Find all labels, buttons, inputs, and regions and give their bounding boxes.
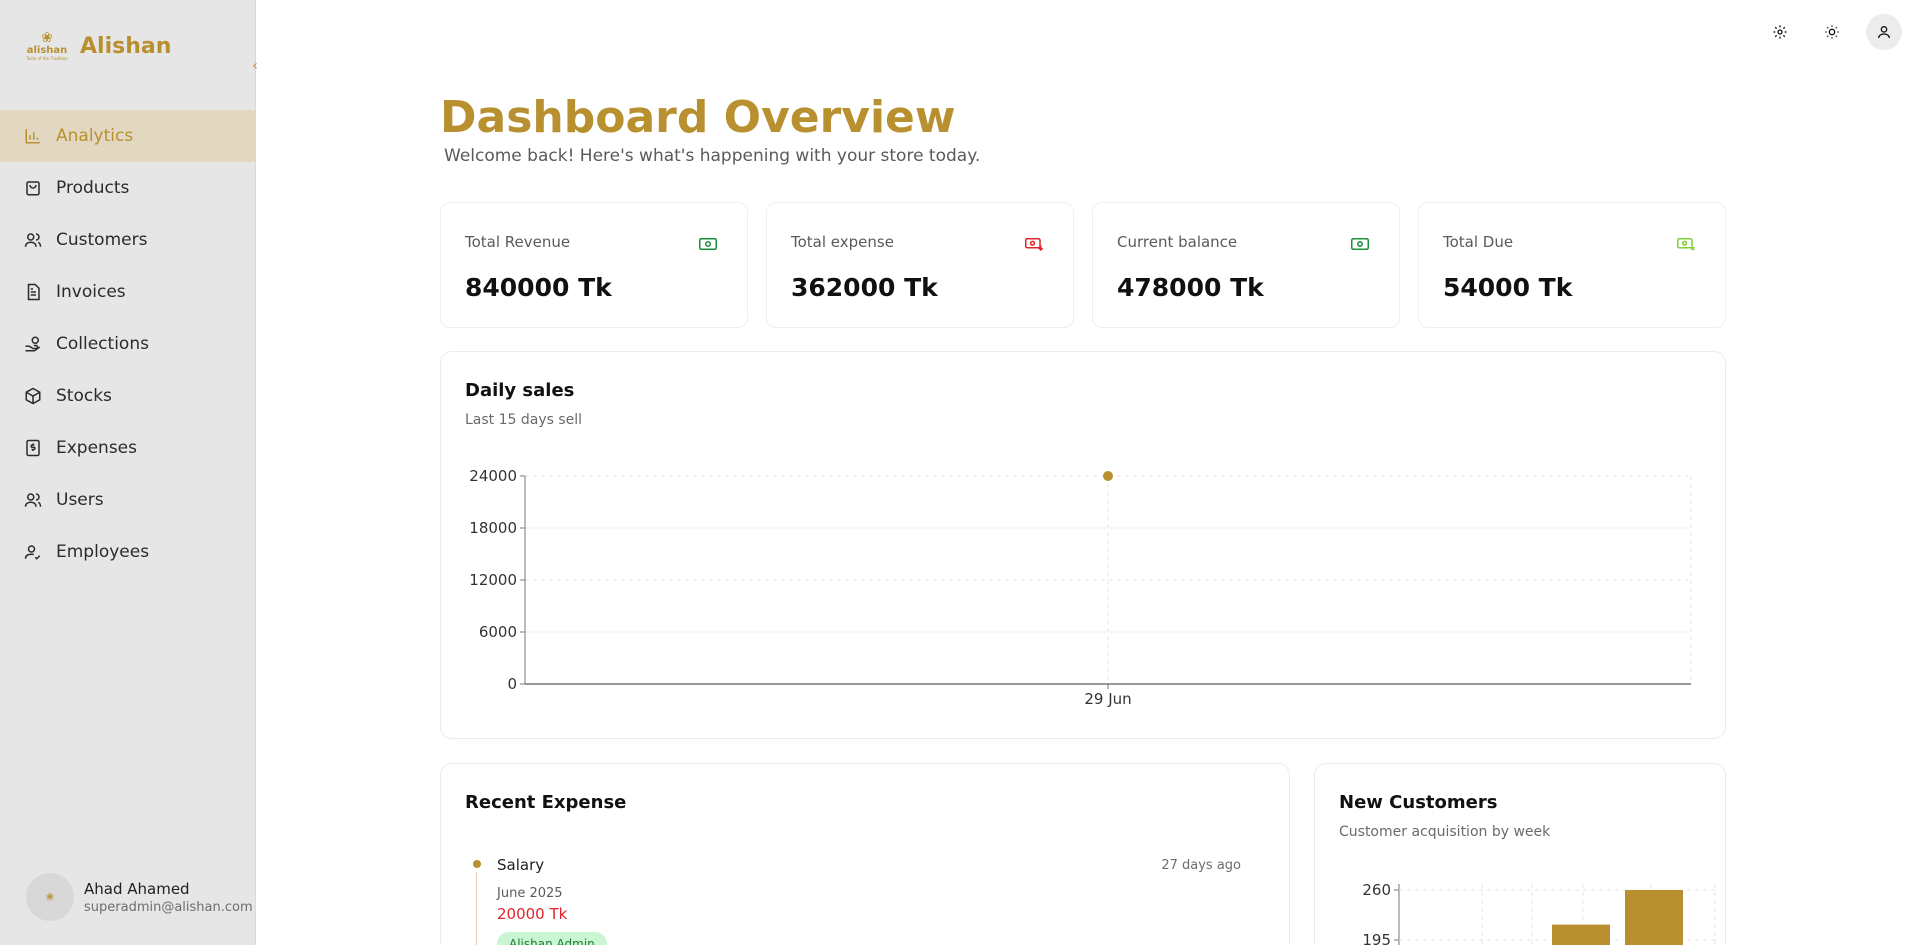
banknote-arrow-down-icon [1025, 238, 1043, 251]
sidebar-item-label: Collections [56, 334, 149, 354]
timeline-dot [473, 860, 481, 868]
sidebar-item-products[interactable]: Products [0, 162, 256, 214]
user-name: Ahad Ahamed [84, 879, 190, 898]
expense-amount: 20000 Tk [497, 905, 568, 923]
expense-title: Salary [497, 856, 545, 874]
sidebar-item-label: Customers [56, 230, 148, 250]
timeline-line [476, 872, 477, 945]
avatar-logo-icon: ❀ [45, 891, 55, 903]
new-customers-chart: 195 260 [1362, 881, 1716, 945]
sidebar-item-customers[interactable]: Customers [0, 214, 256, 266]
package-icon [24, 387, 42, 405]
y-tick-label: 0 [507, 675, 517, 693]
user-profile[interactable]: ❀ Ahad Ahamed superadmin@alishan.com [26, 873, 253, 921]
bar-chart-icon [24, 127, 42, 145]
stat-card-revenue: Total Revenue 840000 Tk [440, 202, 748, 328]
sidebar-item-label: Expenses [56, 438, 137, 458]
users-icon [24, 231, 42, 249]
banknote-icon [699, 238, 717, 250]
page-subtitle: Welcome back! Here's what's happening wi… [444, 146, 981, 166]
y-tick-label: 12000 [469, 571, 517, 589]
y-tick-label: 195 [1362, 931, 1391, 945]
sidebar-item-label: Stocks [56, 386, 112, 406]
recent-expense-title: Recent Expense [465, 792, 627, 813]
sidebar-nav: Analytics Products Customers Invoices Co… [0, 110, 256, 578]
page-title: Dashboard Overview [440, 92, 956, 143]
sidebar-item-invoices[interactable]: Invoices [0, 266, 256, 318]
sidebar: ❀ alishan Taste of the Tradition Alishan… [0, 0, 258, 945]
banknote-x-icon [1677, 238, 1695, 251]
logo-word: alishan [26, 45, 68, 56]
stat-label: Current balance [1117, 233, 1238, 251]
stat-card-balance: Current balance 478000 Tk [1092, 202, 1400, 328]
topbar-actions [1762, 14, 1902, 50]
user-email: superadmin@alishan.com [84, 899, 253, 915]
sidebar-item-label: Employees [56, 542, 150, 562]
stat-value: 840000 Tk [465, 273, 612, 302]
daily-sales-chart: 0 6000 12000 18000 24000 29 Jun [469, 467, 1692, 708]
gear-icon[interactable] [1762, 14, 1798, 50]
stat-value: 362000 Tk [791, 273, 938, 302]
expense-time-ago: 27 days ago [1161, 858, 1241, 873]
recent-expense-card: Recent Expense Salary 27 days ago June 2… [440, 763, 1290, 945]
y-tick-label: 18000 [469, 519, 517, 537]
stat-label: Total Revenue [465, 233, 571, 251]
stat-card-expense: Total expense 362000 Tk [766, 202, 1074, 328]
stat-label: Total Due [1443, 233, 1514, 251]
receipt-dollar-icon [24, 439, 42, 457]
users-icon [24, 491, 42, 509]
sidebar-item-expenses[interactable]: Expenses [0, 422, 256, 474]
sidebar-item-users[interactable]: Users [0, 474, 256, 526]
sidebar-item-label: Analytics [56, 126, 134, 146]
banknote-icon [1351, 238, 1369, 250]
crest-icon: ❀ [41, 30, 53, 46]
y-tick-label: 6000 [479, 623, 517, 641]
file-text-icon [24, 283, 42, 301]
sun-icon[interactable] [1814, 14, 1850, 50]
logo-tagline: Taste of the Tradition [26, 56, 68, 61]
brand[interactable]: ❀ alishan Taste of the Tradition Alishan [26, 28, 171, 64]
expense-badge: Alishan Admin [497, 932, 607, 945]
sidebar-item-label: Products [56, 178, 130, 198]
stat-label: Total expense [791, 233, 894, 251]
x-tick-label: 29 Jun [1084, 690, 1131, 708]
expense-date: June 2025 [497, 886, 563, 901]
app-root: ❀ alishan Taste of the Tradition Alishan… [0, 0, 1920, 945]
stat-value: 54000 Tk [1443, 273, 1573, 302]
hand-coins-icon [24, 335, 42, 353]
y-tick-label: 24000 [469, 467, 517, 485]
user-info: Ahad Ahamed superadmin@alishan.com [84, 880, 253, 915]
sidebar-item-stocks[interactable]: Stocks [0, 370, 256, 422]
bar [1625, 890, 1683, 945]
user-check-icon [24, 543, 42, 561]
bar [1552, 924, 1610, 945]
brand-name: Alishan [80, 33, 172, 59]
sidebar-item-label: Invoices [56, 282, 126, 302]
stat-card-due: Total Due 54000 Tk [1418, 202, 1726, 328]
y-tick-label: 260 [1362, 881, 1391, 899]
daily-sales-card: Daily sales Last 15 days sell 0 6000 12000… [440, 351, 1726, 739]
data-point [1103, 471, 1113, 481]
sidebar-item-analytics[interactable]: Analytics [0, 110, 256, 162]
user-icon[interactable] [1866, 14, 1902, 50]
avatar: ❀ [26, 873, 74, 921]
brand-logo: ❀ alishan Taste of the Tradition [26, 28, 68, 64]
chevron-left-icon[interactable]: ‹ [248, 56, 262, 76]
sidebar-item-label: Users [56, 490, 104, 510]
new-customers-card: New Customers Customer acquisition by we… [1314, 763, 1726, 945]
stat-value: 478000 Tk [1117, 273, 1264, 302]
shopping-bag-icon [24, 179, 42, 197]
sidebar-item-employees[interactable]: Employees [0, 526, 256, 578]
sidebar-item-collections[interactable]: Collections [0, 318, 256, 370]
